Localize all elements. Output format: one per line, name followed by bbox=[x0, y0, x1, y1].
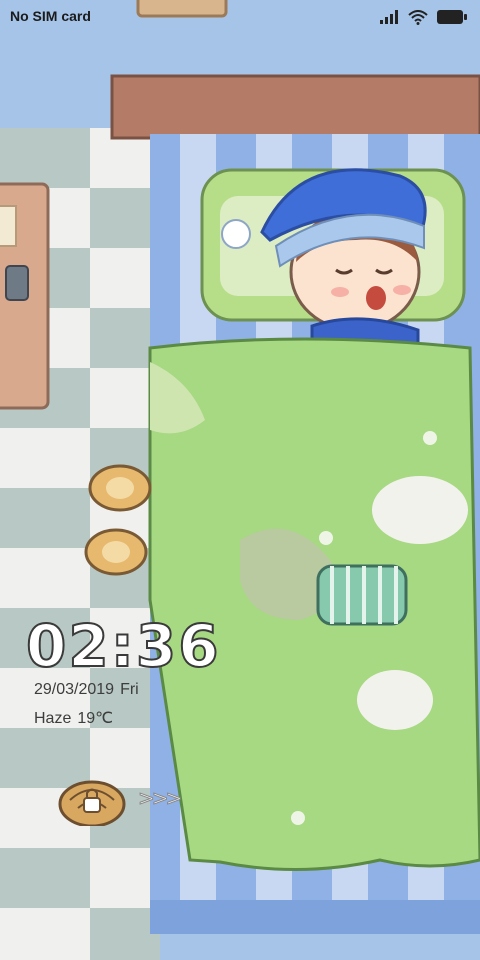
status-icons bbox=[380, 9, 468, 25]
nightstand bbox=[0, 182, 50, 410]
weather-condition: Haze bbox=[34, 710, 72, 727]
swipe-hint-arrows: >>> bbox=[137, 786, 182, 811]
blanket bbox=[148, 337, 480, 872]
date-label: 29/03/2019 bbox=[34, 681, 115, 698]
temperature-label: 19℃ bbox=[77, 710, 114, 727]
lock-clock: 02:36 bbox=[25, 611, 221, 681]
carrier-label: No SIM card bbox=[10, 8, 91, 24]
wifi-icon bbox=[408, 9, 428, 25]
weather-info: Haze 19℃ bbox=[34, 708, 119, 728]
status-bar: No SIM card bbox=[0, 0, 480, 34]
signal-icon bbox=[380, 10, 398, 24]
lock-date: 29/03/2019 Fri bbox=[34, 681, 145, 699]
battery-icon bbox=[437, 10, 467, 24]
unlock-button[interactable] bbox=[58, 770, 126, 828]
lock-icon bbox=[58, 780, 126, 828]
weekday-label: Fri bbox=[120, 681, 139, 698]
